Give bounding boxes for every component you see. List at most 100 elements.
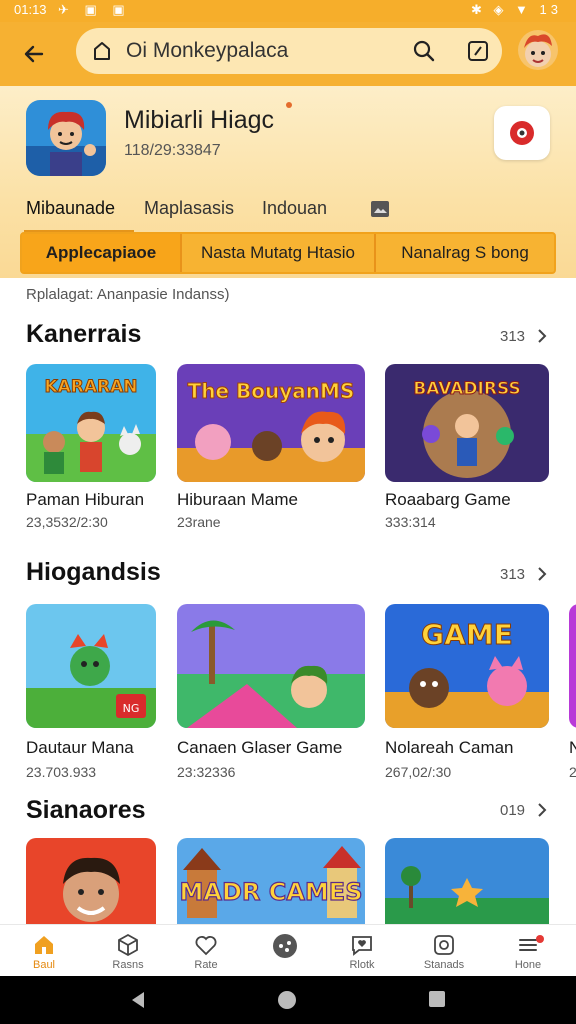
card-title: Paman Hiburan xyxy=(26,490,145,509)
bottom-navigation: Baul Rasns Rate Rlotk Stanads Hone xyxy=(0,924,576,976)
app-subtitle: 118/29:33847 xyxy=(124,142,221,159)
game-thumbnail xyxy=(385,838,549,924)
segmented-control: Applecapiaoe Nasta Mutatg Htasio Nanalra… xyxy=(20,232,556,274)
game-thumbnail xyxy=(26,838,156,924)
record-icon xyxy=(510,121,534,145)
nav-item-stanads[interactable]: Stanads xyxy=(406,929,482,975)
nav-label: Baul xyxy=(32,959,56,971)
app-name-dot xyxy=(286,102,292,108)
segment-2[interactable]: Nanalrag S bong xyxy=(376,234,554,272)
notification-badge xyxy=(536,935,544,943)
top-app-bar xyxy=(0,22,576,86)
game-card[interactable]: The BouyanMS Hiburaan Mame 23rane xyxy=(177,364,365,530)
battery-text: 13 xyxy=(539,2,562,17)
user-avatar[interactable] xyxy=(518,30,558,70)
search-icon[interactable] xyxy=(412,39,436,63)
card-title: Hiburaan Mame xyxy=(177,490,298,509)
game-thumbnail: MADR CAMES xyxy=(177,838,365,924)
card-title: Roaabarg Game xyxy=(385,490,511,509)
card-meta: 23rane xyxy=(177,514,221,530)
record-button[interactable] xyxy=(494,106,550,160)
thumbnail-art-text: GAME xyxy=(421,618,513,651)
camera-icon xyxy=(434,935,454,955)
section-count-0: 313 xyxy=(500,328,526,345)
status-bar: 01:13 ✈ ▣ ▣ ✱ ◈ ▼ 13 xyxy=(0,0,576,22)
game-card[interactable] xyxy=(385,838,549,924)
nav-item-rate[interactable]: Rate xyxy=(168,929,244,975)
card-meta: 333:314 xyxy=(385,514,436,530)
section-title-2: Sianaores xyxy=(26,796,146,824)
nav-label: Rlotk xyxy=(349,959,375,971)
nav-item-rlotk[interactable]: Rlotk xyxy=(324,929,400,975)
system-back-icon[interactable] xyxy=(128,990,148,1010)
thumbnail-art-text: NG xyxy=(123,702,140,715)
game-card[interactable]: KARARAN Paman Hiburan 23,3532/2:30 xyxy=(26,364,156,530)
game-card[interactable]: BAVADIRSS Roaabarg Game 333:314 xyxy=(385,364,549,530)
status-time: 01:13 xyxy=(14,2,47,17)
back-arrow-icon xyxy=(24,45,44,63)
card-title: Canaen Glaser Game xyxy=(177,738,343,757)
card-title: Dautaur Mana xyxy=(26,738,134,757)
nav-item-home[interactable]: Baul xyxy=(6,929,82,975)
game-card-partial[interactable]: N 2 xyxy=(569,604,576,778)
game-thumbnail xyxy=(569,604,576,728)
game-thumbnail xyxy=(177,604,365,728)
nav-item-game[interactable] xyxy=(246,929,322,975)
game-card[interactable]: NG Dautaur Mana 23.703.933 xyxy=(26,604,156,780)
home-icon xyxy=(35,936,53,954)
heart-chat-icon xyxy=(352,936,372,956)
nav-item-rasns[interactable]: Rasns xyxy=(90,929,166,975)
tab-0[interactable]: Mibaunade xyxy=(26,198,115,219)
game-icon xyxy=(273,934,297,958)
chevron-right-icon[interactable] xyxy=(534,326,550,346)
back-button[interactable] xyxy=(14,34,54,74)
card-meta: 23.703.933 xyxy=(26,764,97,780)
card-meta: 23:32336 xyxy=(177,764,236,780)
game-card[interactable]: Canaen Glaser Game 23:32336 xyxy=(177,604,365,780)
app-tabs: Mibaunade Maplasasis Indouan xyxy=(0,192,576,233)
app-icon xyxy=(26,100,106,176)
thumbnail-art-text: The BouyanMS xyxy=(188,379,355,403)
card-title: N xyxy=(569,738,576,757)
game-card[interactable] xyxy=(26,838,156,924)
app-name: Mibiarli Hiagc xyxy=(124,106,275,134)
game-thumbnail: GAME xyxy=(385,604,549,728)
tab-1[interactable]: Maplasasis xyxy=(144,198,234,219)
status-right-icons: ✱ ◈ ▼ 13 xyxy=(470,2,562,17)
game-thumbnail: BAVADIRSS xyxy=(385,364,549,482)
search-input[interactable] xyxy=(126,36,396,66)
system-recents-icon[interactable] xyxy=(428,990,446,1008)
chevron-right-icon[interactable] xyxy=(534,564,550,584)
card-meta: 2 xyxy=(569,764,576,778)
segment-1[interactable]: Nasta Mutatg Htasio xyxy=(182,234,374,272)
game-thumbnail: NG xyxy=(26,604,156,728)
image-icon[interactable] xyxy=(370,200,390,218)
card-title: Nolareah Caman xyxy=(385,738,514,757)
nav-label: Stanads xyxy=(423,959,465,971)
avatar-image xyxy=(518,30,558,70)
card-meta: 23,3532/2:30 xyxy=(26,514,108,530)
card-meta: 267,02/:30 xyxy=(385,764,452,780)
game-thumbnail: The BouyanMS xyxy=(177,364,365,482)
home-outline-icon xyxy=(94,42,110,60)
nav-label: Rate xyxy=(194,959,218,971)
nav-item-hone[interactable]: Hone xyxy=(490,929,566,975)
thumbnail-art-text: BAVADIRSS xyxy=(413,379,520,399)
tab-2[interactable]: Indouan xyxy=(262,198,327,219)
section-title-0: Kanerrais xyxy=(26,320,142,348)
system-navigation-bar xyxy=(0,976,576,1024)
edit-icon[interactable] xyxy=(466,39,490,63)
segment-0[interactable]: Applecapiaoe xyxy=(22,234,180,272)
search-bar[interactable] xyxy=(76,28,502,74)
game-card[interactable]: GAME Nolareah Caman 267,02/:30 xyxy=(385,604,549,780)
nav-label: Hone xyxy=(514,959,542,971)
nav-label: Rasns xyxy=(112,959,144,971)
chevron-right-icon[interactable] xyxy=(534,800,550,820)
system-home-icon[interactable] xyxy=(277,990,297,1010)
game-card[interactable]: MADR CAMES xyxy=(177,838,365,924)
section-count-1: 313 xyxy=(500,566,526,583)
notification-icons: ✈ ▣ ▣ xyxy=(58,2,131,17)
thumbnail-art-text: KARARAN xyxy=(44,377,137,397)
results-subtitle: Rplalagat: Ananpasie Indanss) xyxy=(26,286,230,303)
thumbnail-art-text: MADR CAMES xyxy=(180,878,363,906)
